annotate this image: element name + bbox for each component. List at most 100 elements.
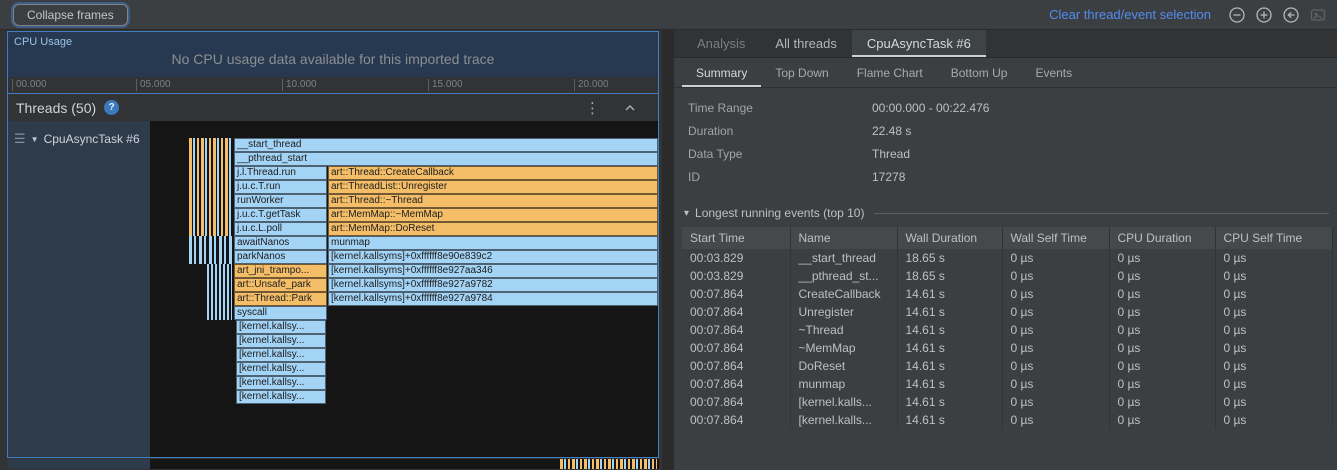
flame-frame[interactable]: [kernel.kallsy... (236, 334, 326, 348)
flame-minor-frames[interactable] (560, 459, 657, 469)
flame-minor-frames[interactable] (207, 306, 232, 320)
table-row[interactable]: 00:07.864~Thread14.61 s0 µs0 µs0 µs (682, 321, 1332, 339)
flame-frame[interactable]: __start_thread (234, 138, 658, 152)
column-header-cpu-duration[interactable]: CPU Duration (1109, 227, 1215, 249)
tab-analysis[interactable]: Analysis (682, 30, 760, 57)
table-row[interactable]: 00:07.864[kernel.kalls...14.61 s0 µs0 µs… (682, 393, 1332, 411)
table-cell[interactable]: 0 µs (1109, 375, 1215, 393)
table-cell[interactable]: 00:07.864 (682, 321, 790, 339)
subtab-summary[interactable]: Summary (682, 58, 761, 87)
flame-frame[interactable]: art::Unsafe_park (234, 278, 327, 292)
table-cell[interactable]: 14.61 s (897, 357, 1002, 375)
table-cell[interactable]: 0 µs (1109, 285, 1215, 303)
table-cell[interactable]: 00:07.864 (682, 285, 790, 303)
flame-frame[interactable]: [kernel.kallsyms]+0xffffff8e927a9784 (328, 292, 658, 306)
table-row[interactable]: 00:07.864DoReset14.61 s0 µs0 µs0 µs (682, 357, 1332, 375)
next-thread-row[interactable] (8, 459, 659, 469)
table-cell[interactable]: ~MemMap (790, 339, 897, 357)
flame-frame[interactable]: [kernel.kallsyms]+0xffffff8e927aa346 (328, 264, 658, 278)
table-cell[interactable]: 0 µs (1002, 393, 1109, 411)
table-cell[interactable]: 0 µs (1109, 411, 1215, 429)
table-cell[interactable]: 0 µs (1002, 375, 1109, 393)
table-cell[interactable]: 0 µs (1215, 411, 1332, 429)
table-cell[interactable]: 00:07.864 (682, 411, 790, 429)
table-cell[interactable]: 0 µs (1109, 357, 1215, 375)
drag-handle-icon[interactable]: ☰ (14, 131, 26, 147)
reset-zoom-icon[interactable] (1282, 6, 1300, 24)
next-thread-flame[interactable] (150, 459, 659, 469)
table-cell[interactable]: 0 µs (1002, 411, 1109, 429)
table-cell[interactable]: 0 µs (1215, 303, 1332, 321)
table-cell[interactable]: 0 µs (1215, 249, 1332, 267)
flame-frame[interactable]: syscall (234, 306, 327, 320)
column-header-name[interactable]: Name (790, 227, 897, 249)
tab-cpuasynctask-6[interactable]: CpuAsyncTask #6 (852, 30, 986, 57)
table-cell[interactable]: 0 µs (1215, 375, 1332, 393)
table-cell[interactable]: 14.61 s (897, 411, 1002, 429)
events-section-header[interactable]: ▾ Longest running events (top 10) (684, 206, 1329, 220)
flame-frame[interactable]: munmap (328, 236, 658, 250)
subtab-flame-chart[interactable]: Flame Chart (843, 58, 937, 87)
table-cell[interactable]: 0 µs (1215, 357, 1332, 375)
flame-frame[interactable]: j.l.Thread.run (234, 166, 327, 180)
flame-minor-frames[interactable] (189, 222, 232, 236)
table-cell[interactable]: 0 µs (1002, 249, 1109, 267)
tab-all-threads[interactable]: All threads (760, 30, 851, 57)
flame-minor-frames[interactable] (189, 152, 232, 166)
table-cell[interactable]: 14.61 s (897, 339, 1002, 357)
panel-splitter[interactable] (662, 30, 674, 470)
table-cell[interactable]: 00:07.864 (682, 375, 790, 393)
table-cell[interactable]: 0 µs (1002, 339, 1109, 357)
flame-frame[interactable]: art::Thread::CreateCallback (328, 166, 658, 180)
flame-frame[interactable]: [kernel.kallsy... (236, 362, 326, 376)
flame-minor-frames[interactable] (189, 194, 232, 208)
table-cell[interactable]: 00:07.864 (682, 393, 790, 411)
help-icon[interactable]: ? (104, 100, 119, 115)
flame-frame[interactable]: art_jni_trampo... (234, 264, 327, 278)
table-cell[interactable]: 0 µs (1215, 393, 1332, 411)
flame-frame[interactable]: art::MemMap::~MemMap (328, 208, 658, 222)
table-cell[interactable]: [kernel.kalls... (790, 393, 897, 411)
flame-frame[interactable]: parkNanos (234, 250, 327, 264)
table-cell[interactable]: 00:07.864 (682, 303, 790, 321)
flame-frame[interactable]: runWorker (234, 194, 327, 208)
cpu-usage-panel[interactable]: CPU Usage No CPU usage data available fo… (8, 32, 658, 77)
flame-frame[interactable]: j.u.c.T.run (234, 180, 327, 194)
flame-minor-frames[interactable] (189, 138, 232, 152)
table-cell[interactable]: 0 µs (1002, 321, 1109, 339)
flame-frame[interactable]: awaitNanos (234, 236, 327, 250)
table-cell[interactable]: 00:03.829 (682, 249, 790, 267)
next-thread-label-area[interactable] (8, 459, 150, 469)
table-row[interactable]: 00:07.864Unregister14.61 s0 µs0 µs0 µs (682, 303, 1332, 321)
table-cell[interactable]: 18.65 s (897, 267, 1002, 285)
table-cell[interactable]: 00:03.829 (682, 267, 790, 285)
table-cell[interactable]: 0 µs (1215, 321, 1332, 339)
column-header-wall-self-time[interactable]: Wall Self Time (1002, 227, 1109, 249)
table-cell[interactable]: 14.61 s (897, 321, 1002, 339)
table-cell[interactable]: __pthread_st... (790, 267, 897, 285)
flame-minor-frames[interactable] (207, 264, 232, 278)
table-cell[interactable]: ~Thread (790, 321, 897, 339)
table-cell[interactable]: [kernel.kalls... (790, 411, 897, 429)
column-header-cpu-self-time[interactable]: CPU Self Time (1215, 227, 1332, 249)
flame-minor-frames[interactable] (207, 292, 232, 306)
table-cell[interactable]: 00:07.864 (682, 357, 790, 375)
flame-minor-frames[interactable] (189, 180, 232, 194)
flame-frame[interactable]: j.u.c.L.poll (234, 222, 327, 236)
table-cell[interactable]: Unregister (790, 303, 897, 321)
table-cell[interactable]: 0 µs (1109, 321, 1215, 339)
subtab-events[interactable]: Events (1021, 58, 1086, 87)
subtab-bottom-up[interactable]: Bottom Up (937, 58, 1022, 87)
table-cell[interactable]: 00:07.864 (682, 339, 790, 357)
flame-frame[interactable]: [kernel.kallsyms]+0xffffff8e90e839c2 (328, 250, 658, 264)
table-cell[interactable]: 14.61 s (897, 285, 1002, 303)
flame-frame[interactable]: [kernel.kallsy... (236, 390, 326, 404)
table-cell[interactable]: 0 µs (1109, 267, 1215, 285)
flame-frame[interactable]: art::ThreadList::Unregister (328, 180, 658, 194)
table-cell[interactable]: __start_thread (790, 249, 897, 267)
column-header-start-time[interactable]: Start Time (682, 227, 790, 249)
table-cell[interactable]: 0 µs (1109, 339, 1215, 357)
flame-frame[interactable]: j.u.c.T.getTask (234, 208, 327, 222)
flame-minor-frames[interactable] (189, 208, 232, 222)
flame-minor-frames[interactable] (189, 236, 232, 250)
